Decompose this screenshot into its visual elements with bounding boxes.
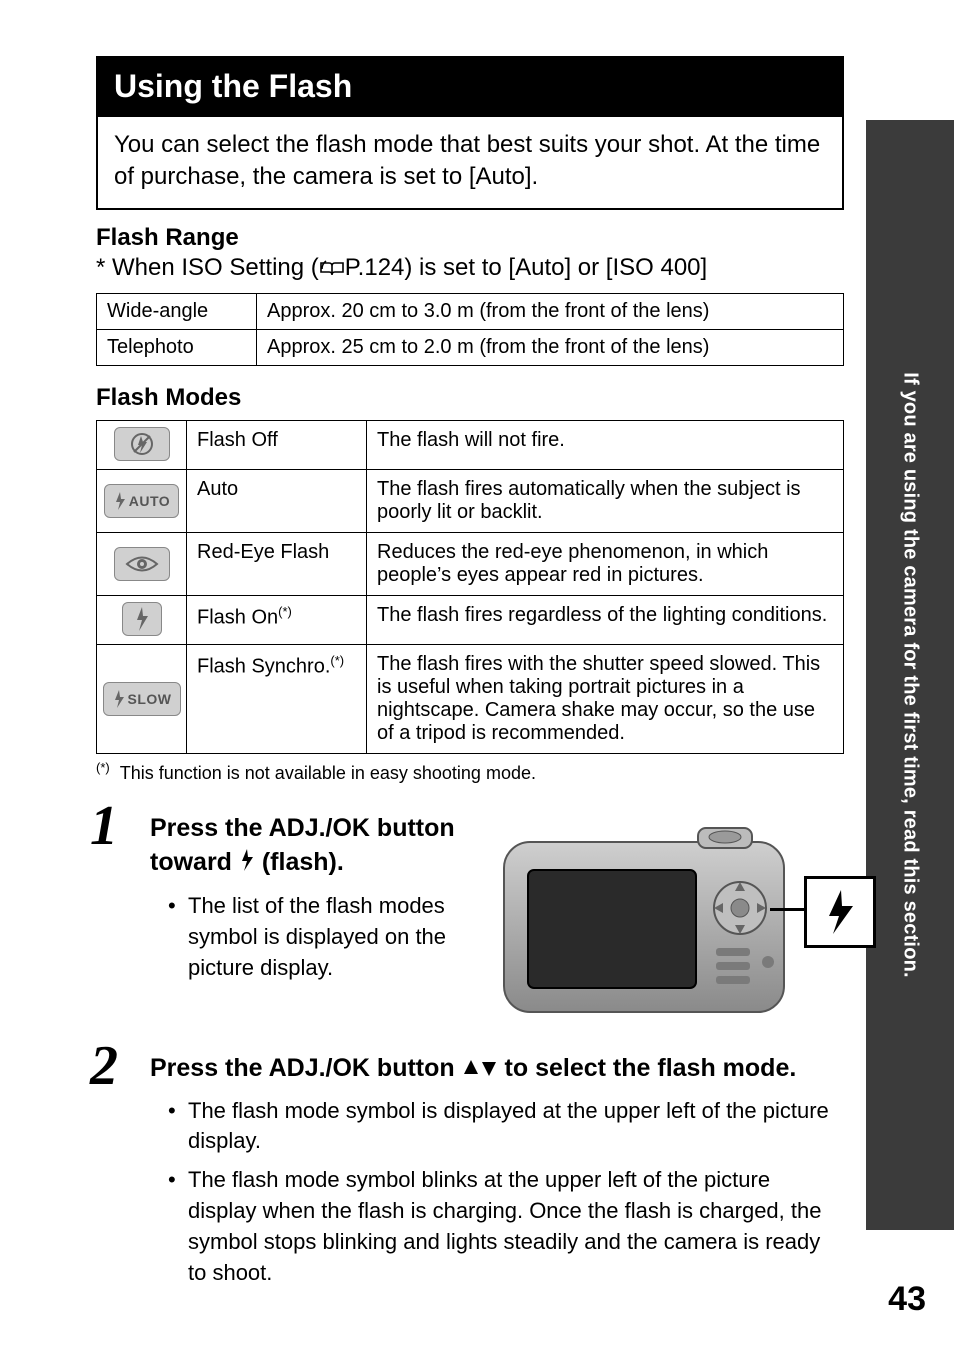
step-1-bullets: The list of the flash modes symbol is di…: [168, 891, 466, 983]
mode-name: Flash Off: [187, 420, 367, 469]
mode-name-sup: (*): [330, 653, 344, 668]
step-2-head-after: to select the flash mode.: [498, 1054, 797, 1082]
list-item: The flash mode symbol is displayed at th…: [168, 1096, 844, 1158]
range-label: Wide-angle: [97, 293, 257, 329]
flash-badge: [804, 876, 876, 948]
table-row: Telephoto Approx. 25 cm to 2.0 m (from t…: [97, 329, 844, 365]
mode-icon-cell: AUTO: [97, 469, 187, 532]
steps: 1 Press the ADJ./OK button toward (flash…: [96, 812, 844, 1289]
mode-name: Flash Synchro.: [197, 655, 330, 677]
camera-illustration: [484, 812, 844, 1042]
side-tab-text: If you are using the camera for the firs…: [899, 372, 922, 978]
table-row: Wide-angle Approx. 20 cm to 3.0 m (from …: [97, 293, 844, 329]
section-title: Using the Flash: [96, 56, 844, 117]
footnote-mark: (*): [96, 760, 110, 775]
mode-desc: The flash fires with the shutter speed s…: [367, 644, 844, 753]
step-1-head-after: (flash).: [255, 848, 344, 876]
mode-name-sup: (*): [278, 604, 292, 619]
page: If you are using the camera for the firs…: [0, 0, 954, 1345]
step-1-text: Press the ADJ./OK button toward (flash).…: [150, 812, 466, 992]
step-number: 2: [90, 1034, 118, 1098]
step-2: 2 Press the ADJ./OK button to select the…: [96, 1052, 844, 1289]
mode-name-cell: Flash On(*): [187, 595, 367, 644]
step-number: 1: [90, 794, 118, 858]
range-value: Approx. 20 cm to 3.0 m (from the front o…: [257, 293, 844, 329]
iso-note-prefix: * When ISO Setting (: [96, 254, 319, 281]
up-down-icon: [462, 1054, 498, 1082]
mode-icon-cell: [97, 420, 187, 469]
flash-modes-section: Flash Modes Flash Off The flash will not…: [96, 384, 844, 784]
mode-name: Flash On: [197, 606, 278, 628]
step-1: 1 Press the ADJ./OK button toward (flash…: [96, 812, 844, 1042]
page-ref-icon: [319, 257, 345, 285]
iso-page-ref: P.124: [345, 254, 405, 281]
mode-icon-cell: [97, 532, 187, 595]
camera-icon: [484, 812, 804, 1032]
flash-range-heading: Flash Range: [96, 224, 844, 252]
step-2-head-before: Press the ADJ./OK button: [150, 1054, 462, 1082]
footnote-text: This function is not available in easy s…: [120, 763, 536, 783]
flash-on-icon: [122, 602, 162, 636]
list-item: The list of the flash modes symbol is di…: [168, 891, 466, 983]
callout-line: [770, 908, 806, 911]
flash-modes-table: Flash Off The flash will not fire. AUTO …: [96, 420, 844, 754]
mode-desc: The flash fires automatically when the s…: [367, 469, 844, 532]
flash-auto-text: AUTO: [129, 493, 170, 509]
flash-auto-icon: AUTO: [104, 484, 179, 518]
flash-off-icon: [114, 427, 170, 461]
list-item: The flash mode symbol blinks at the uppe…: [168, 1165, 844, 1288]
step-1-heading: Press the ADJ./OK button toward (flash).: [150, 812, 466, 882]
table-row: Flash Off The flash will not fire.: [97, 420, 844, 469]
step-2-bullets: The flash mode symbol is displayed at th…: [168, 1096, 844, 1289]
flash-modes-heading: Flash Modes: [96, 384, 844, 412]
page-number: 43: [888, 1280, 926, 1319]
side-tab: If you are using the camera for the firs…: [866, 120, 954, 1230]
mode-desc: Reduces the red-eye phenomenon, in which…: [367, 532, 844, 595]
flash-slow-text: SLOW: [128, 691, 172, 707]
mode-desc: The flash will not fire.: [367, 420, 844, 469]
mode-name: Red-Eye Flash: [187, 532, 367, 595]
red-eye-icon: [114, 547, 170, 581]
flash-range-table: Wide-angle Approx. 20 cm to 3.0 m (from …: [96, 293, 844, 366]
table-row: AUTO Auto The flash fires automatically …: [97, 469, 844, 532]
mode-desc: The flash fires regardless of the lighti…: [367, 595, 844, 644]
flash-icon: [823, 888, 857, 936]
intro-box: You can select the flash mode that best …: [96, 117, 844, 210]
content-column: Using the Flash You can select the flash…: [96, 56, 844, 1288]
mode-name: Auto: [187, 469, 367, 532]
mode-icon-cell: [97, 595, 187, 644]
table-row: SLOW Flash Synchro.(*) The flash fires w…: [97, 644, 844, 753]
range-value: Approx. 25 cm to 2.0 m (from the front o…: [257, 329, 844, 365]
flash-icon: [239, 848, 255, 882]
mode-icon-cell: SLOW: [97, 644, 187, 753]
table-row: Flash On(*) The flash fires regardless o…: [97, 595, 844, 644]
table-row: Red-Eye Flash Reduces the red-eye phenom…: [97, 532, 844, 595]
flash-slow-icon: SLOW: [103, 682, 181, 716]
mode-name-cell: Flash Synchro.(*): [187, 644, 367, 753]
range-label: Telephoto: [97, 329, 257, 365]
step-2-heading: Press the ADJ./OK button to select the f…: [150, 1052, 844, 1086]
modes-footnote: (*) This function is not available in ea…: [96, 760, 844, 784]
iso-note: * When ISO Setting ( P.124) is set to [Au…: [96, 254, 844, 285]
iso-note-suffix: ) is set to [Auto] or [ISO 400]: [404, 254, 707, 281]
